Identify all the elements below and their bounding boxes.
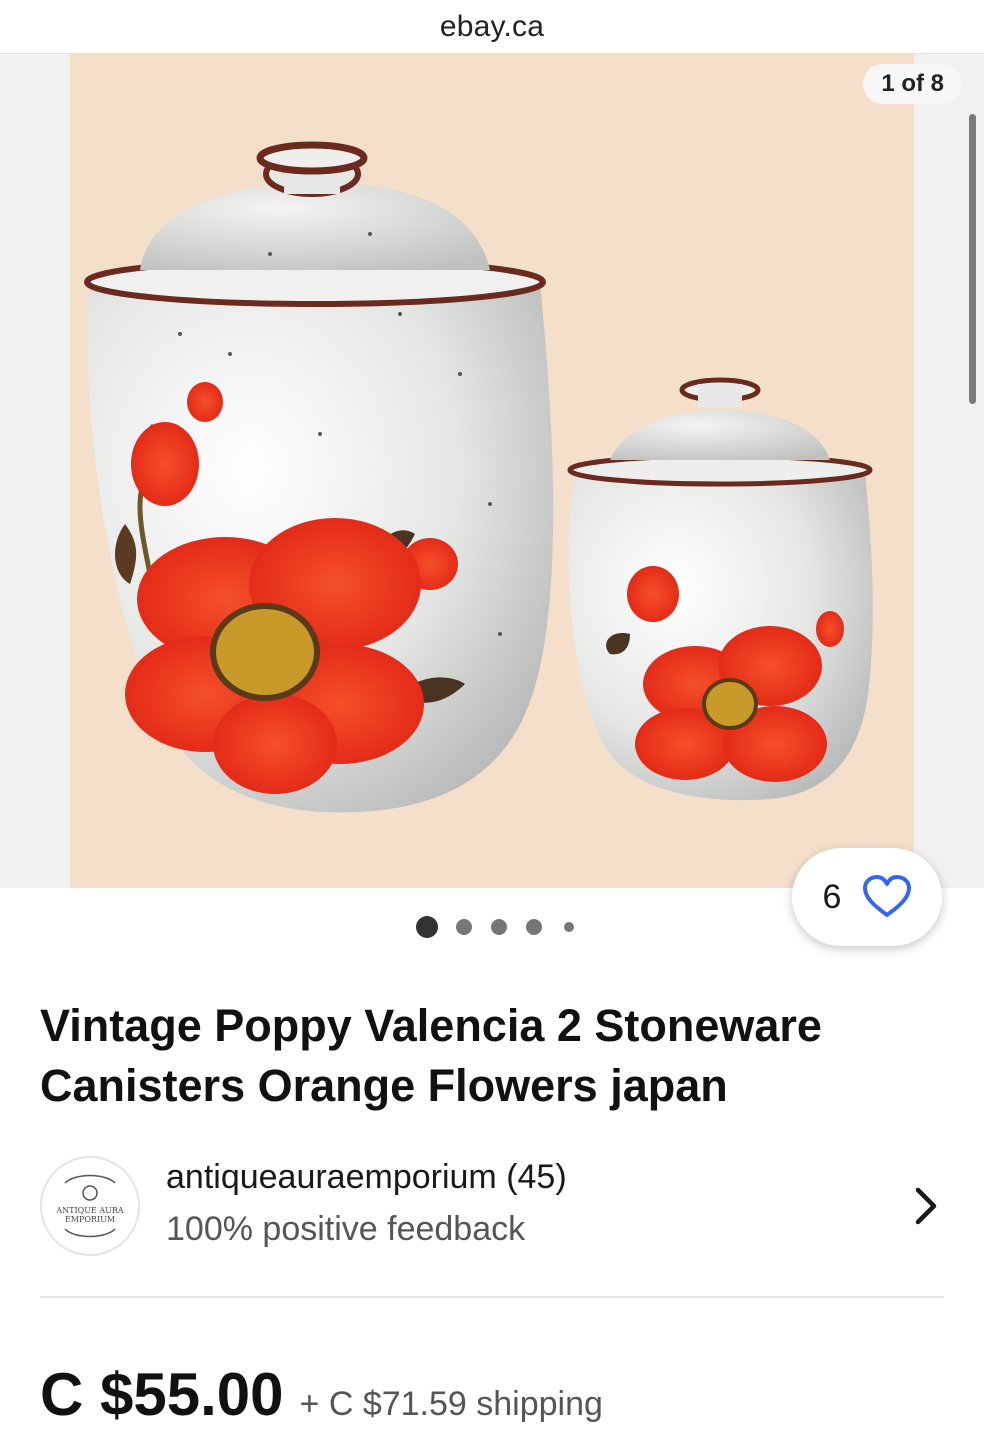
- seller-name[interactable]: antiqueauraemporium (45): [166, 1158, 567, 1197]
- scrollbar[interactable]: [969, 114, 976, 404]
- large-canister: [84, 141, 554, 813]
- divider: [40, 1296, 944, 1298]
- seller-logo-icon: ANTIQUE AURA EMPORIUM: [55, 1174, 124, 1238]
- svg-text:EMPORIUM: EMPORIUM: [65, 1215, 115, 1224]
- seller-avatar: ANTIQUE AURA EMPORIUM: [40, 1156, 140, 1256]
- price-row: C $55.00 + C $71.59 shipping: [40, 1360, 603, 1430]
- url-text: ebay.ca: [439, 9, 545, 43]
- shipping-cost: + C $71.59 shipping: [299, 1385, 603, 1423]
- svg-text:ANTIQUE AURA: ANTIQUE AURA: [55, 1206, 124, 1215]
- listing-title: Vintage Poppy Valencia 2 Stoneware Canis…: [40, 1000, 822, 1111]
- pagination-dot-active[interactable]: [416, 916, 438, 938]
- image-counter: 1 of 8: [863, 64, 962, 104]
- browser-address-bar[interactable]: ebay.ca: [0, 0, 984, 54]
- seller-info-row[interactable]: ANTIQUE AURA EMPORIUM antiqueauraemporiu…: [40, 1154, 944, 1258]
- pagination-dot[interactable]: [526, 919, 542, 935]
- item-price: C $55.00: [40, 1361, 284, 1428]
- chevron-right-icon[interactable]: [912, 1184, 940, 1228]
- image-pagination-dots: [0, 912, 984, 942]
- image-gallery[interactable]: 1 of 8: [0, 54, 984, 888]
- pagination-dot[interactable]: [456, 919, 472, 935]
- seller-feedback: 100% positive feedback: [166, 1210, 526, 1248]
- product-photo[interactable]: [70, 54, 914, 888]
- watch-count: 6: [822, 877, 842, 916]
- small-canister: [567, 377, 873, 801]
- pagination-dot[interactable]: [491, 919, 507, 935]
- pagination-dot[interactable]: [564, 922, 574, 932]
